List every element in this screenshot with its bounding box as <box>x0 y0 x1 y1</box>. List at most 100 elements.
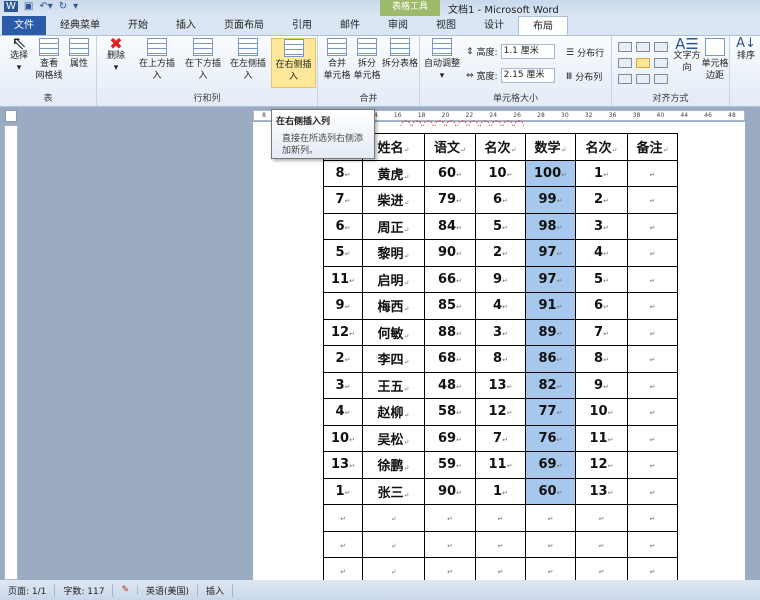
table-cell[interactable]: 90↵ <box>424 477 476 505</box>
table-cell[interactable]: 2↵ <box>575 186 628 214</box>
proofing-icon[interactable]: ✎ <box>113 585 139 595</box>
score-table[interactable]: 姓名↵ 语文↵ 名次↵ 数学↵ 名次↵ 备注↵ 8↵ 黄虎↵ 60↵ 10↵ 100↵ 1↵ ↵ 7↵ 柴进… <box>323 133 678 585</box>
table-cell[interactable]: ↵ <box>627 477 678 505</box>
table-cell[interactable]: ↵ <box>627 212 678 240</box>
table-cell[interactable]: 4↵ <box>575 239 628 267</box>
distribute-columns-button[interactable]: Ⅲ 分布列 <box>566 70 602 84</box>
word-count[interactable]: 字数: 117 <box>55 583 114 597</box>
table-cell[interactable]: 9↵ <box>323 292 363 320</box>
table-cell[interactable]: ↵ <box>475 530 526 558</box>
table-cell[interactable]: 100↵ <box>525 159 576 187</box>
table-cell[interactable]: ↵ <box>627 398 678 426</box>
table-cell[interactable]: 9↵ <box>475 265 526 293</box>
table-cell[interactable]: 3↵ <box>575 212 628 240</box>
table-cell[interactable]: 60↵ <box>424 159 476 187</box>
undo-icon[interactable]: ↶▾ <box>39 1 52 12</box>
table-cell[interactable]: 吴松↵ <box>362 424 425 452</box>
table-cell[interactable]: ↵ <box>627 451 678 479</box>
table-cell[interactable]: ↵ <box>627 424 678 452</box>
table-cell[interactable]: 79↵ <box>424 186 476 214</box>
table-cell[interactable]: 6↵ <box>575 292 628 320</box>
tab-1[interactable]: 经典菜单 <box>46 16 114 35</box>
table-cell[interactable]: 赵柳↵ <box>362 398 425 426</box>
ruler-toggle[interactable] <box>5 110 17 122</box>
table-cell[interactable]: 柴进↵ <box>362 186 425 214</box>
tab-2[interactable]: 开始 <box>114 16 162 35</box>
insert-below-button[interactable]: 在下方插入 <box>181 38 225 82</box>
table-cell[interactable]: 2↵ <box>475 239 526 267</box>
align-bottom-right-button[interactable] <box>654 74 668 84</box>
table-cell[interactable]: 8↵ <box>475 345 526 373</box>
table-cell[interactable]: 梅西↵ <box>362 292 425 320</box>
table-cell[interactable]: 1↵ <box>575 159 628 187</box>
merge-cells-button[interactable]: 合并 单元格 <box>322 38 352 82</box>
table-cell[interactable]: 66↵ <box>424 265 476 293</box>
table-cell[interactable]: ↵ <box>627 371 678 399</box>
align-top-left-button[interactable] <box>618 42 632 52</box>
table-cell[interactable]: ↵ <box>323 504 363 532</box>
table-cell[interactable]: 98↵ <box>525 212 576 240</box>
save-icon[interactable]: ▣ <box>24 1 33 12</box>
table-cell[interactable]: 4↵ <box>323 398 363 426</box>
table-cell[interactable]: 86↵ <box>525 345 576 373</box>
split-table-button[interactable]: 拆分表格 <box>382 38 418 70</box>
insert-left-button[interactable]: 在左侧插入 <box>226 38 270 82</box>
table-cell[interactable]: 2↵ <box>323 345 363 373</box>
table-cell[interactable]: ↵ <box>575 504 628 532</box>
vertical-ruler[interactable] <box>4 125 18 580</box>
table-cell[interactable]: 语文↵ <box>424 133 476 161</box>
table-cell[interactable]: ↵ <box>627 265 678 293</box>
redo-icon[interactable]: ↻ <box>59 1 67 12</box>
table-cell[interactable]: 张三↵ <box>362 477 425 505</box>
table-cell[interactable]: 李四↵ <box>362 345 425 373</box>
table-cell[interactable]: 89↵ <box>525 318 576 346</box>
table-cell[interactable]: 1↵ <box>475 477 526 505</box>
table-cell[interactable]: 84↵ <box>424 212 476 240</box>
align-top-right-button[interactable] <box>654 42 668 52</box>
table-cell[interactable]: 69↵ <box>525 451 576 479</box>
table-cell[interactable]: 12↵ <box>475 398 526 426</box>
table-cell[interactable]: ↵ <box>424 530 476 558</box>
table-cell[interactable]: 黄虎↵ <box>362 159 425 187</box>
distribute-rows-button[interactable]: ☰ 分布行 <box>566 46 604 60</box>
table-cell[interactable]: ↵ <box>475 504 526 532</box>
table-cell[interactable]: 77↵ <box>525 398 576 426</box>
table-cell[interactable]: ↵ <box>323 530 363 558</box>
table-cell[interactable]: 周正↵ <box>362 212 425 240</box>
split-cells-button[interactable]: 拆分 单元格 <box>352 38 382 82</box>
table-cell[interactable]: 76↵ <box>525 424 576 452</box>
table-cell[interactable]: 5↵ <box>575 265 628 293</box>
table-cell[interactable]: 60↵ <box>525 477 576 505</box>
insert-right-button[interactable]: 在右侧插入 <box>271 38 316 88</box>
table-cell[interactable]: ↵ <box>627 159 678 187</box>
text-direction-button[interactable]: A☰ 文字方向 <box>670 37 704 74</box>
table-cell[interactable]: 85↵ <box>424 292 476 320</box>
tab-5[interactable]: 引用 <box>278 16 326 35</box>
customize-icon[interactable]: ▾ <box>73 1 78 12</box>
table-cell[interactable]: 5↵ <box>475 212 526 240</box>
table-cell[interactable]: ↵ <box>627 504 678 532</box>
insert-above-button[interactable]: 在上方插入 <box>135 38 179 82</box>
table-cell[interactable]: ↵ <box>362 504 425 532</box>
table-cell[interactable]: 10↵ <box>475 159 526 187</box>
table-cell[interactable]: 82↵ <box>525 371 576 399</box>
table-cell[interactable]: 6↵ <box>475 186 526 214</box>
table-cell[interactable]: ↵ <box>362 530 425 558</box>
table-cell[interactable]: 68↵ <box>424 345 476 373</box>
table-cell[interactable]: 69↵ <box>424 424 476 452</box>
table-cell[interactable]: 11↵ <box>323 265 363 293</box>
properties-button[interactable]: 属性 <box>66 38 92 70</box>
table-cell[interactable]: 启明↵ <box>362 265 425 293</box>
tab-7[interactable]: 审阅 <box>374 16 422 35</box>
table-cell[interactable]: ↵ <box>525 530 576 558</box>
width-input[interactable]: 2.15 厘米 <box>500 68 555 83</box>
table-cell[interactable]: 3↵ <box>323 371 363 399</box>
table-cell[interactable]: 13↵ <box>475 371 526 399</box>
tab-9[interactable]: 设计 <box>470 16 518 35</box>
cell-margins-button[interactable]: 单元格 边距 <box>700 38 730 82</box>
autofit-button[interactable]: 自动调整 ▾ <box>424 38 460 82</box>
table-cell[interactable]: 8↵ <box>323 159 363 187</box>
table-cell[interactable]: ↵ <box>525 504 576 532</box>
page-count[interactable]: 页面: 1/1 <box>0 583 56 597</box>
table-cell[interactable]: 7↵ <box>323 186 363 214</box>
